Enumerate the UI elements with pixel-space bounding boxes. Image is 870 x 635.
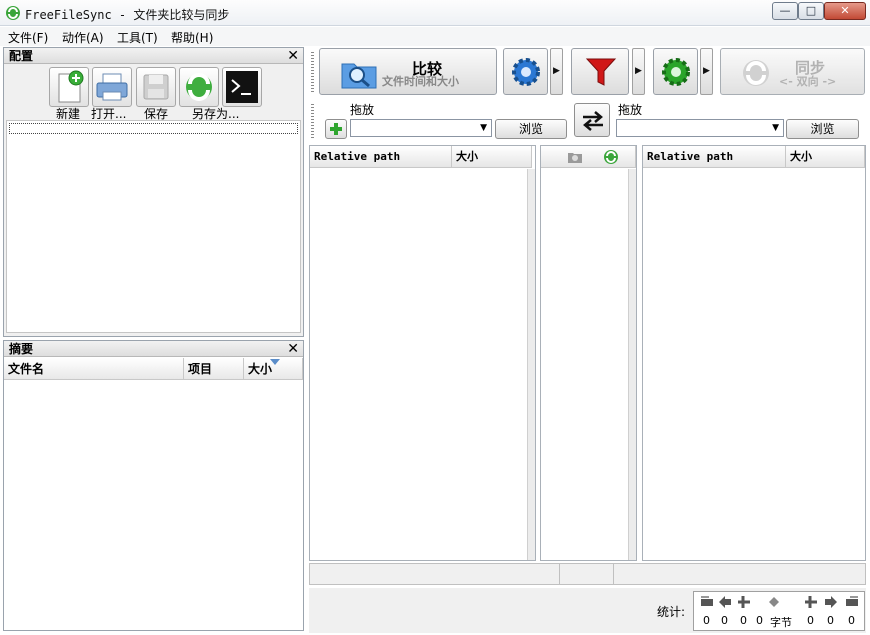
status-bar bbox=[309, 563, 866, 585]
sync-action-icon[interactable] bbox=[603, 149, 619, 165]
stat-delete-right: 0 bbox=[848, 614, 855, 627]
config-panel-title: 配置 bbox=[9, 49, 34, 63]
config-close-icon[interactable]: ✕ bbox=[287, 48, 299, 64]
stat-create-right: 0 bbox=[807, 614, 814, 627]
new-config-button[interactable] bbox=[49, 67, 89, 107]
left-scrollbar[interactable] bbox=[527, 169, 535, 560]
menu-bar: 文件(F) 动作(A) 工具(T) 帮助(H) bbox=[0, 27, 870, 46]
summary-panel: 摘要 ✕ 文件名 项目 大小 bbox=[3, 340, 304, 631]
save-as-config-button[interactable] bbox=[179, 67, 219, 107]
window-title: FreeFileSync - 文件夹比较与同步 bbox=[25, 8, 230, 22]
create-right-icon bbox=[805, 596, 817, 608]
green-gear-icon bbox=[662, 58, 690, 86]
save-as-icon bbox=[186, 73, 212, 101]
printer-icon bbox=[96, 73, 128, 101]
middle-column-header bbox=[541, 146, 636, 168]
right-browse-button[interactable]: 浏览 bbox=[786, 119, 859, 139]
create-left-icon bbox=[738, 596, 750, 608]
compare-settings-dropdown[interactable]: ▶ bbox=[550, 48, 563, 95]
middle-action-grid[interactable] bbox=[540, 145, 637, 561]
maximize-button[interactable]: □ bbox=[798, 2, 824, 20]
status-divider-right bbox=[613, 564, 614, 584]
left-column-path[interactable]: Relative path bbox=[310, 146, 452, 168]
sync-button[interactable]: 同步 <- 双向 -> bbox=[720, 48, 865, 95]
config-panel: 配置 ✕ 新建 打开... 保存 另存为... bbox=[3, 47, 304, 337]
delete-right-icon bbox=[846, 596, 858, 606]
toolbar-grip[interactable] bbox=[311, 52, 314, 92]
gear-icon bbox=[512, 58, 540, 86]
swap-sides-button[interactable] bbox=[574, 103, 610, 137]
sync-settings-button[interactable] bbox=[653, 48, 698, 95]
left-dropdown-icon[interactable]: ▼ bbox=[480, 123, 487, 133]
swap-arrows-icon bbox=[583, 111, 603, 131]
left-file-grid[interactable]: Relative path 大小 bbox=[309, 145, 536, 561]
category-icon[interactable] bbox=[567, 150, 583, 164]
magnifier-folder-icon bbox=[341, 63, 377, 89]
statistics-bar: 统计: 0 0 0 0 字节 0 0 0 bbox=[309, 588, 866, 633]
delete-left-icon bbox=[701, 596, 713, 606]
bytes-icon bbox=[769, 597, 779, 607]
right-file-grid[interactable]: Relative path 大小 bbox=[642, 145, 866, 561]
right-column-path[interactable]: Relative path bbox=[643, 146, 786, 168]
stat-delete-left: 0 bbox=[703, 614, 710, 627]
menu-tools[interactable]: 工具(T) bbox=[117, 29, 158, 46]
left-folder-input[interactable]: ▼ bbox=[350, 119, 492, 137]
summary-close-icon[interactable]: ✕ bbox=[287, 341, 299, 357]
stat-bytes-value: 0 bbox=[756, 614, 763, 627]
menu-actions[interactable]: 动作(A) bbox=[62, 29, 104, 46]
compare-button[interactable]: 比较 文件时间和大小 bbox=[319, 48, 497, 95]
filter-dropdown[interactable]: ▶ bbox=[632, 48, 645, 95]
app-icon bbox=[6, 6, 20, 20]
middle-scrollbar[interactable] bbox=[628, 169, 636, 560]
statistics-label: 统计: bbox=[657, 605, 686, 619]
batch-job-button[interactable] bbox=[222, 67, 262, 107]
right-drop-label: 拖放 bbox=[618, 103, 643, 117]
new-file-icon bbox=[58, 70, 84, 103]
add-folder-pair-button[interactable] bbox=[325, 119, 347, 139]
plus-icon bbox=[330, 123, 342, 135]
save-config-button[interactable] bbox=[136, 67, 176, 107]
right-dropdown-icon[interactable]: ▼ bbox=[772, 123, 779, 133]
left-browse-button[interactable]: 浏览 bbox=[495, 119, 567, 139]
stat-bytes-unit: 字节 bbox=[770, 616, 792, 629]
stat-overwrite-left: 0 bbox=[721, 614, 728, 627]
menu-help[interactable]: 帮助(H) bbox=[171, 29, 213, 46]
right-folder-input[interactable]: ▼ bbox=[616, 119, 784, 137]
summary-panel-header: 摘要 ✕ bbox=[4, 341, 303, 357]
menu-file[interactable]: 文件(F) bbox=[8, 29, 48, 46]
compare-settings-button[interactable] bbox=[503, 48, 548, 95]
sync-settings-dropdown[interactable]: ▶ bbox=[700, 48, 713, 95]
close-button[interactable]: ✕ bbox=[824, 2, 866, 20]
statistics-box: 0 0 0 0 字节 0 0 0 bbox=[693, 591, 865, 631]
right-column-size[interactable]: 大小 bbox=[786, 146, 865, 168]
sync-icon bbox=[743, 60, 769, 86]
filter-button[interactable] bbox=[571, 48, 629, 95]
stat-overwrite-right: 0 bbox=[827, 614, 834, 627]
overwrite-right-icon bbox=[825, 596, 837, 608]
compare-variant: 文件时间和大小 bbox=[382, 75, 459, 88]
config-panel-header: 配置 ✕ bbox=[4, 48, 303, 64]
open-config-button[interactable] bbox=[92, 67, 132, 107]
left-drop-label: 拖放 bbox=[350, 103, 375, 117]
sort-desc-icon bbox=[270, 359, 280, 365]
sync-variant: <- 双向 -> bbox=[779, 75, 837, 88]
column-items[interactable]: 项目 bbox=[184, 358, 244, 380]
filter-icon bbox=[585, 58, 617, 86]
summary-panel-title: 摘要 bbox=[9, 342, 34, 356]
config-list[interactable] bbox=[6, 120, 301, 333]
stat-create-left: 0 bbox=[740, 614, 747, 627]
minimize-button[interactable]: — bbox=[772, 2, 798, 20]
overwrite-left-icon bbox=[719, 596, 731, 608]
save-icon bbox=[143, 74, 169, 100]
terminal-icon bbox=[226, 71, 258, 103]
left-column-size[interactable]: 大小 bbox=[452, 146, 532, 168]
column-filename[interactable]: 文件名 bbox=[4, 358, 184, 380]
folder-bar-grip[interactable] bbox=[311, 104, 314, 140]
config-list-item[interactable] bbox=[9, 123, 298, 134]
status-divider-left bbox=[559, 564, 560, 584]
title-bar: FreeFileSync - 文件夹比较与同步 — □ ✕ bbox=[0, 0, 870, 26]
